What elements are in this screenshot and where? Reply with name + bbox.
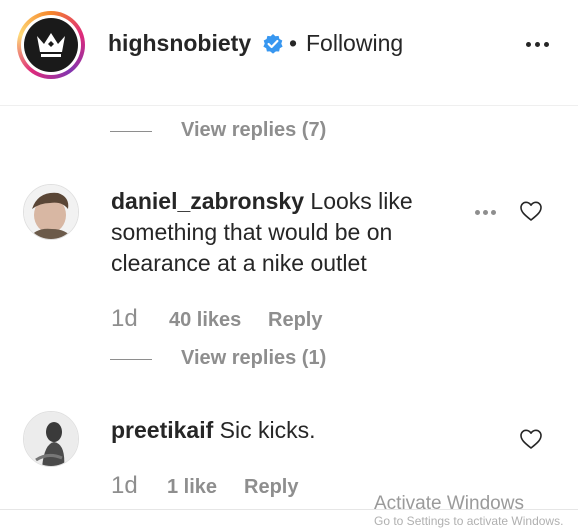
post-author-username[interactable]: highsnobiety: [108, 30, 251, 57]
following-button[interactable]: Following: [306, 30, 403, 57]
comment-body: preetikaif Sic kicks.: [111, 415, 456, 446]
profile-avatar[interactable]: [17, 11, 85, 79]
comment-username[interactable]: daniel_zabronsky: [111, 188, 304, 214]
replies-divider-line: [110, 131, 152, 132]
comment-likes-count[interactable]: 1 like: [167, 476, 217, 499]
comment-more-options-icon[interactable]: [473, 208, 499, 218]
comment-time: 1d: [111, 305, 138, 332]
verified-badge-icon: [263, 34, 283, 54]
comment-time: 1d: [111, 472, 138, 499]
person-photo-icon: [24, 412, 78, 466]
activate-windows-subtitle: Go to Settings to activate Windows.: [374, 514, 564, 528]
header-separator: •: [289, 30, 298, 56]
like-heart-icon[interactable]: [519, 428, 543, 450]
reply-button[interactable]: Reply: [244, 476, 298, 499]
person-photo-icon: [24, 185, 78, 239]
crown-logo-icon: [37, 33, 65, 57]
view-replies-link[interactable]: View replies (7): [181, 119, 326, 142]
commenter-avatar[interactable]: [23, 411, 79, 467]
post-header: highsnobiety • Following: [0, 0, 578, 106]
reply-button[interactable]: Reply: [268, 309, 322, 332]
more-options-icon[interactable]: [523, 30, 553, 56]
comment-body: daniel_zabronsky Looks like something th…: [111, 186, 456, 279]
view-replies-link[interactable]: View replies (1): [181, 347, 326, 370]
commenter-avatar[interactable]: [23, 184, 79, 240]
comment-username[interactable]: preetikaif: [111, 417, 213, 443]
comment-text: Sic kicks.: [219, 417, 316, 443]
replies-divider-line: [110, 359, 152, 360]
activate-windows-title: Activate Windows: [374, 493, 524, 514]
like-heart-icon[interactable]: [519, 200, 543, 222]
comment-likes-count[interactable]: 40 likes: [169, 309, 241, 332]
